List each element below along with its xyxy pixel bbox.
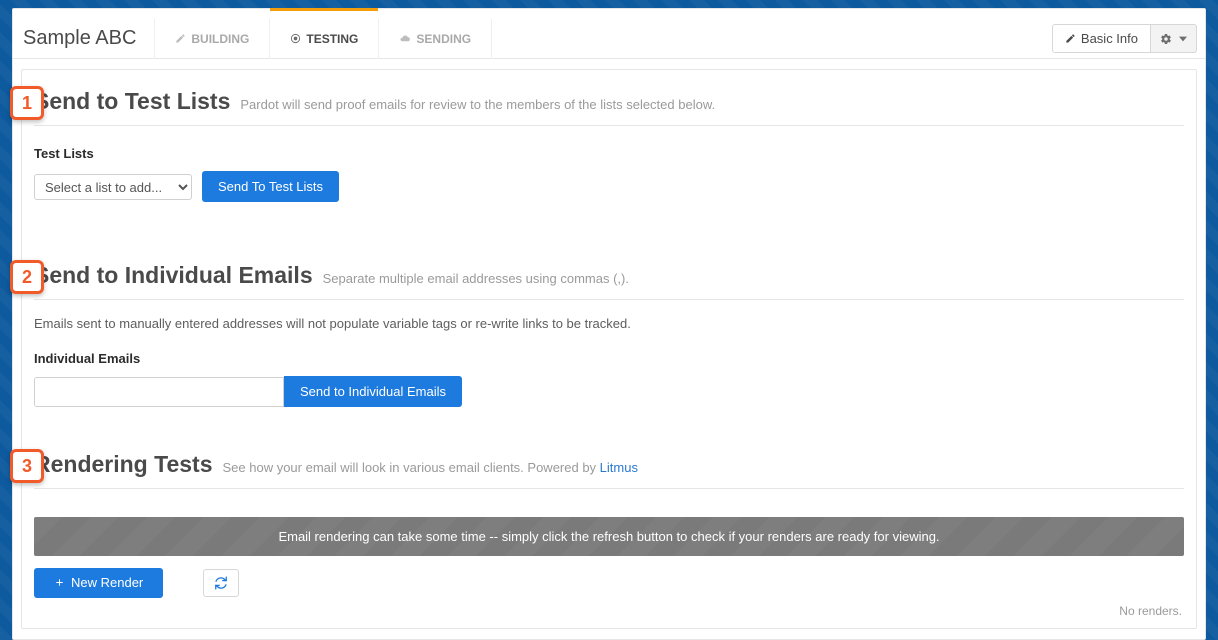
- test-lists-row: Select a list to add... Send To Test Lis…: [34, 171, 1184, 202]
- send-to-individual-emails-section: 2 Send to Individual Emails Separate mul…: [34, 244, 1184, 407]
- litmus-link[interactable]: Litmus: [600, 460, 638, 475]
- tab-label: TESTING: [306, 32, 358, 46]
- new-render-button[interactable]: New Render: [34, 568, 163, 598]
- basic-info-button[interactable]: Basic Info: [1052, 24, 1151, 53]
- tab-building[interactable]: BUILDING: [154, 19, 270, 59]
- section-title: Rendering Tests: [34, 451, 213, 478]
- page-container: Sample ABC BUILDING TESTING SENDING: [12, 8, 1206, 640]
- tab-testing[interactable]: TESTING: [270, 19, 379, 59]
- step-badge-1: 1: [10, 86, 44, 120]
- new-render-label: New Render: [71, 575, 143, 590]
- subtitle-prefix: See how your email will look in various …: [223, 460, 600, 475]
- tab-sending[interactable]: SENDING: [379, 19, 492, 59]
- edit-icon: [175, 33, 186, 44]
- basic-info-label: Basic Info: [1081, 31, 1138, 46]
- no-renders-text: No renders.: [1119, 604, 1182, 618]
- tab-strip: BUILDING TESTING SENDING: [154, 19, 492, 59]
- section-subtitle: See how your email will look in various …: [223, 460, 638, 475]
- section-header: Rendering Tests See how your email will …: [34, 433, 1184, 489]
- individual-emails-row: Send to Individual Emails: [34, 376, 1184, 407]
- plus-icon: [54, 577, 65, 588]
- rendering-tests-section: 3 Rendering Tests See how your email wil…: [34, 433, 1184, 598]
- step-badge-3: 3: [10, 449, 44, 483]
- individual-emails-label: Individual Emails: [34, 351, 1184, 366]
- cloud-icon: [399, 33, 411, 44]
- send-to-individual-emails-button[interactable]: Send to Individual Emails: [284, 376, 462, 407]
- gear-icon: [1160, 33, 1172, 45]
- section-title: Send to Test Lists: [34, 88, 230, 115]
- test-list-select[interactable]: Select a list to add...: [34, 174, 192, 200]
- content-card: 1 Send to Test Lists Pardot will send pr…: [21, 69, 1197, 629]
- tab-label: BUILDING: [191, 32, 249, 46]
- send-to-test-lists-section: 1 Send to Test Lists Pardot will send pr…: [34, 70, 1184, 202]
- section-title: Send to Individual Emails: [34, 262, 313, 289]
- refresh-button[interactable]: [203, 569, 239, 597]
- individual-emails-note: Emails sent to manually entered addresse…: [34, 316, 1184, 331]
- target-icon: [290, 33, 301, 44]
- step-badge-2: 2: [10, 260, 44, 294]
- section-subtitle: Separate multiple email addresses using …: [323, 271, 629, 286]
- test-lists-label: Test Lists: [34, 146, 1184, 161]
- individual-emails-input[interactable]: [34, 377, 284, 407]
- section-header: Send to Test Lists Pardot will send proo…: [34, 70, 1184, 126]
- refresh-icon: [214, 576, 228, 590]
- tab-label: SENDING: [416, 32, 471, 46]
- render-actions-row: New Render: [34, 568, 1184, 598]
- page-title: Sample ABC: [19, 27, 144, 50]
- caret-down-icon: [1179, 35, 1187, 43]
- settings-menu-button[interactable]: [1151, 24, 1197, 53]
- section-header: Send to Individual Emails Separate multi…: [34, 244, 1184, 300]
- pencil-icon: [1065, 33, 1076, 44]
- send-to-test-lists-button[interactable]: Send To Test Lists: [202, 171, 339, 202]
- section-subtitle: Pardot will send proof emails for review…: [240, 97, 715, 112]
- top-bar: Sample ABC BUILDING TESTING SENDING: [13, 19, 1205, 59]
- render-banner: Email rendering can take some time -- si…: [34, 517, 1184, 556]
- topbar-actions: Basic Info: [1052, 24, 1197, 53]
